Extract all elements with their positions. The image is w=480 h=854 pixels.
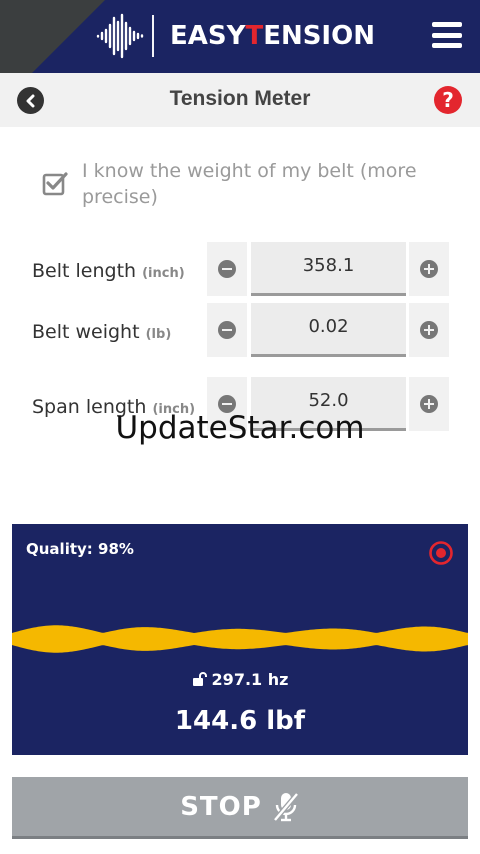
unlock-icon (192, 672, 207, 686)
belt-length-decrease-button[interactable] (207, 242, 247, 296)
belt-length-increase-button[interactable] (409, 242, 449, 296)
checkbox-checked-icon[interactable] (42, 170, 68, 196)
audio-waveform (12, 625, 468, 653)
frequency-readout: 297.1 hz (12, 670, 468, 689)
minus-circle-icon (218, 260, 236, 278)
plus-circle-icon (420, 260, 438, 278)
microphone-off-icon (272, 791, 299, 822)
plus-circle-icon (420, 321, 438, 339)
brand-name: EASYTENSION (170, 21, 375, 51)
app-logo: EASYTENSION (96, 13, 375, 59)
tension-value: 144.6 lbf (174, 706, 306, 736)
tension-meter-panel: Quality: 98% 297.1 hz 144.6 lbf (12, 524, 468, 755)
belt-weight-decrease-button[interactable] (207, 303, 247, 357)
quality-indicator: Quality: 98% (26, 540, 134, 558)
belt-weight-row: Belt weight (lb) 0.02 (0, 303, 480, 357)
header-corner-decoration (0, 0, 105, 73)
record-icon[interactable] (428, 540, 454, 566)
logo-divider (152, 15, 154, 57)
belt-length-row: Belt length (inch) 358.1 (0, 242, 480, 296)
app-header: EASYTENSION (0, 0, 480, 73)
stop-button[interactable]: STOP (12, 777, 468, 839)
frequency-value: 297.1 hz (211, 670, 289, 689)
belt-weight-label: Belt weight (lb) (32, 321, 172, 343)
help-icon[interactable]: ? (434, 86, 462, 114)
belt-weight-increase-button[interactable] (409, 303, 449, 357)
belt-weight-input[interactable]: 0.02 (251, 303, 406, 357)
soundwave-logo-icon (96, 13, 144, 59)
title-bar: Tension Meter ? (0, 73, 480, 127)
know-weight-option[interactable]: I know the weight of my belt (more preci… (42, 158, 442, 210)
watermark-text: UpdateStar.com (115, 410, 365, 446)
belt-length-label: Belt length (inch) (32, 260, 185, 282)
know-weight-label: I know the weight of my belt (more preci… (82, 160, 417, 208)
minus-circle-icon (218, 321, 236, 339)
stop-button-label: STOP (180, 791, 262, 822)
page-title: Tension Meter (169, 87, 311, 110)
belt-length-input[interactable]: 358.1 (251, 242, 406, 296)
hamburger-menu-icon[interactable] (432, 22, 462, 48)
